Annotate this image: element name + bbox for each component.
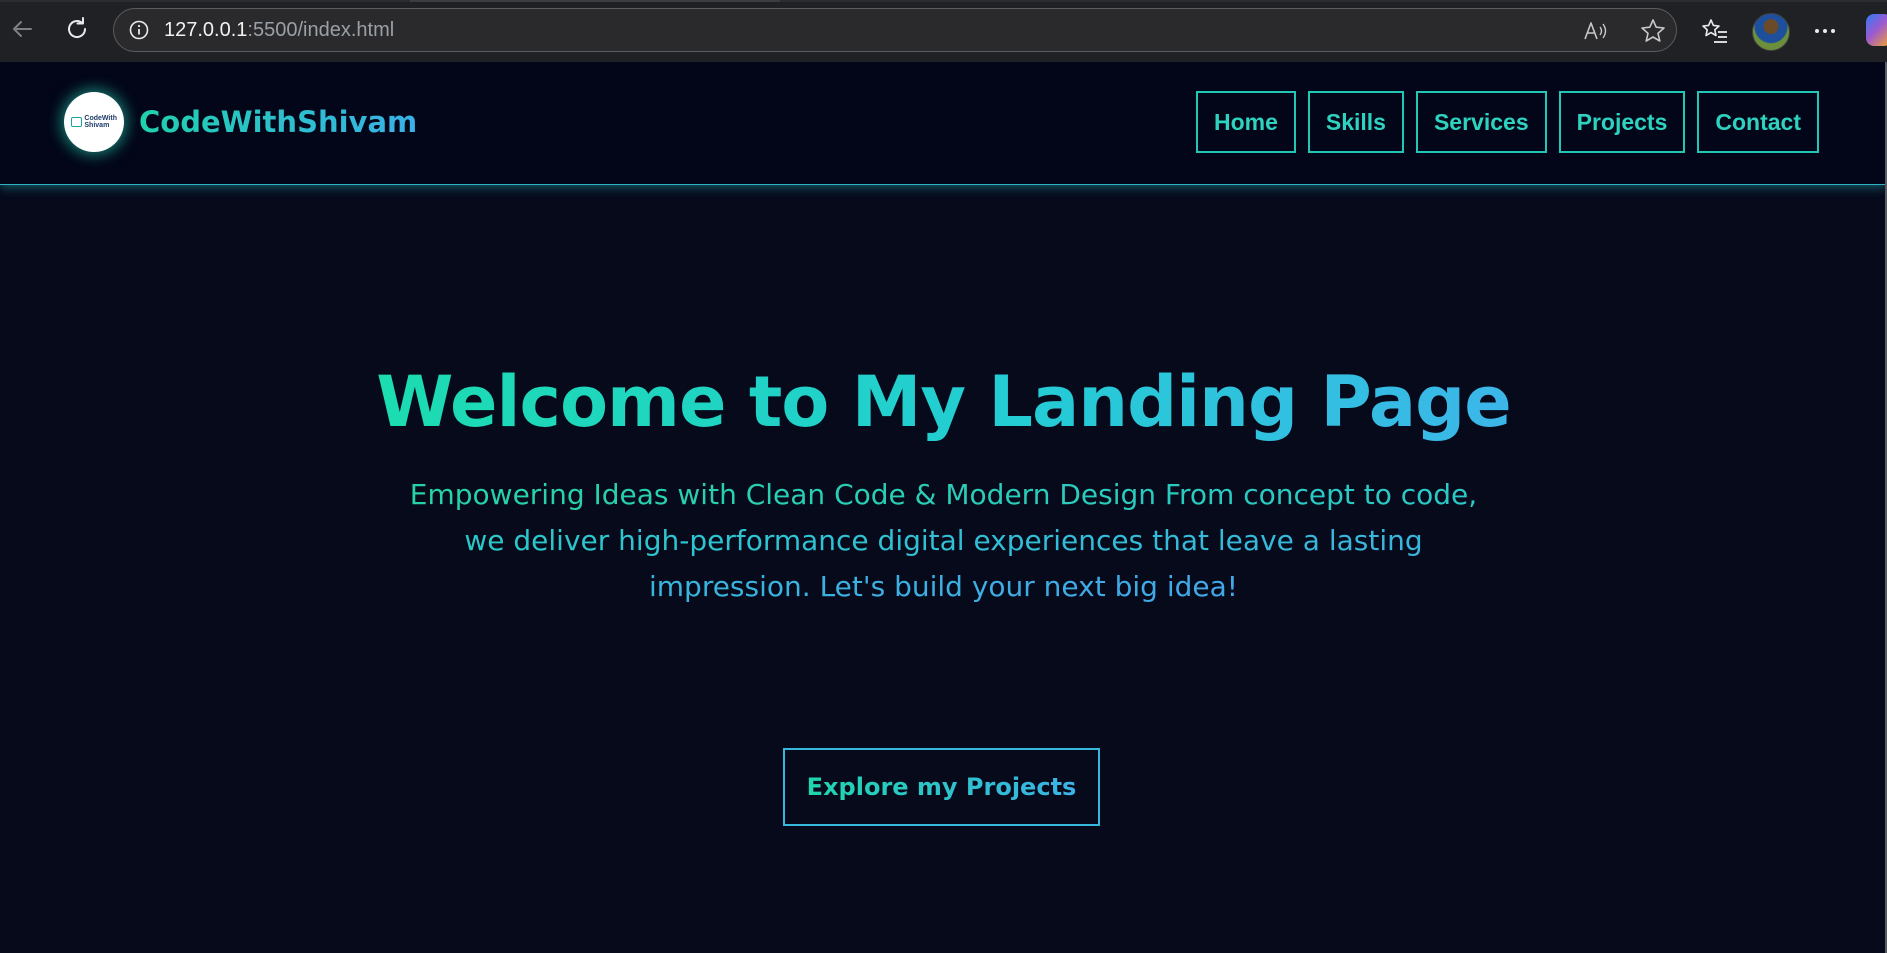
hero-title: Welcome to My Landing Page: [0, 360, 1887, 444]
profile-avatar[interactable]: [1752, 13, 1790, 51]
code-icon: [71, 117, 83, 127]
nav-contact[interactable]: Contact: [1697, 91, 1819, 153]
cta-label: Explore my Projects: [806, 773, 1077, 801]
hero-subtitle-text: Empowering Ideas with Clean Code & Moder…: [409, 478, 1478, 603]
url-path: :5500/index.html: [247, 19, 395, 41]
logo-text-line1: CodeWith: [84, 115, 117, 122]
back-button[interactable]: [6, 12, 40, 46]
logo-text: CodeWith Shivam: [84, 115, 117, 129]
explore-projects-button[interactable]: Explore my Projects: [783, 748, 1100, 826]
info-icon[interactable]: [128, 19, 150, 41]
url-host: 127.0.0.1: [164, 19, 248, 41]
nav-home[interactable]: Home: [1195, 91, 1296, 153]
more-icon[interactable]: [1810, 16, 1840, 46]
hero-title-text: Welcome to My Landing Page: [376, 361, 1511, 443]
nav-skills[interactable]: Skills: [1307, 91, 1404, 153]
browser-toolbar: 127.0.0.1:5500/index.html: [0, 0, 1887, 62]
hero-subtitle: Empowering Ideas with Clean Code & Moder…: [405, 472, 1482, 610]
site-logo[interactable]: CodeWith Shivam: [64, 92, 124, 152]
back-arrow-icon: [13, 21, 32, 37]
site-header: CodeWith Shivam CodeWithShivam Home Skil…: [0, 62, 1887, 185]
logo-text-line2: Shivam: [84, 122, 110, 129]
star-icon[interactable]: [1639, 17, 1667, 45]
active-tab-indicator: [410, 0, 780, 2]
reload-icon: [68, 17, 87, 38]
url-text[interactable]: 127.0.0.1:5500/index.html: [164, 19, 394, 41]
brand-name[interactable]: CodeWithShivam: [139, 104, 417, 140]
read-aloud-icon[interactable]: [1582, 18, 1608, 44]
address-bar[interactable]: 127.0.0.1:5500/index.html: [113, 8, 1677, 52]
favorites-icon[interactable]: [1700, 16, 1730, 46]
page-viewport: CodeWith Shivam CodeWithShivam Home Skil…: [0, 62, 1887, 953]
logo-mark: CodeWith Shivam: [71, 112, 117, 132]
tab-strip-edge: [0, 0, 1887, 2]
nav-services[interactable]: Services: [1415, 91, 1547, 153]
reload-button[interactable]: [60, 12, 94, 46]
main-nav: Home Skills Services Projects Contact: [1195, 91, 1819, 153]
nav-projects[interactable]: Projects: [1558, 91, 1686, 153]
copilot-icon[interactable]: [1866, 14, 1887, 46]
